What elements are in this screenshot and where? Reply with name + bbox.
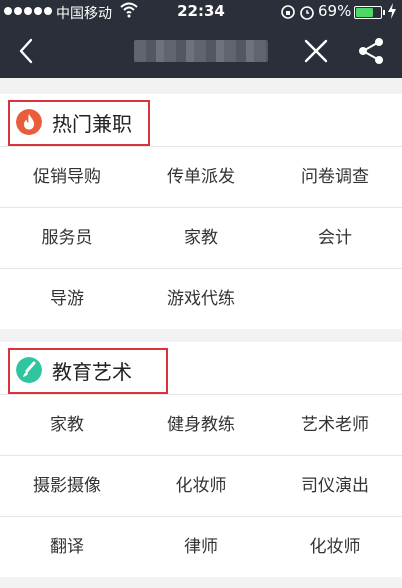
- job-item[interactable]: 家教: [134, 208, 268, 268]
- brush-icon: [16, 357, 42, 383]
- job-item[interactable]: 导游: [0, 269, 134, 329]
- job-item[interactable]: 服务员: [0, 208, 134, 268]
- section-header-hot-jobs: 热门兼职: [0, 94, 402, 150]
- job-item[interactable]: 传单派发: [134, 147, 268, 207]
- alarm-icon: [300, 6, 314, 20]
- chevron-left-icon[interactable]: [12, 36, 42, 66]
- job-item[interactable]: 律师: [134, 517, 268, 577]
- nav-bar: [0, 24, 402, 78]
- job-grid-hot: 促销导购 传单派发 问卷调查 服务员 家教 会计 导游 游戏代练: [0, 146, 402, 329]
- status-bar: 中国移动 22:34 69%: [0, 0, 402, 24]
- job-item[interactable]: 问卷调查: [268, 147, 402, 207]
- grid-row: 促销导购 传单派发 问卷调查: [0, 146, 402, 207]
- flame-icon: [16, 109, 42, 135]
- battery-percent: 69%: [318, 2, 352, 20]
- job-item[interactable]: 会计: [268, 208, 402, 268]
- job-item[interactable]: 家教: [0, 395, 134, 455]
- grid-row: 导游 游戏代练: [0, 268, 402, 329]
- job-item[interactable]: 化妆师: [134, 456, 268, 516]
- job-item-empty: [268, 269, 402, 329]
- job-item[interactable]: 游戏代练: [134, 269, 268, 329]
- share-icon[interactable]: [356, 36, 386, 66]
- section-title: 热门兼职: [52, 112, 132, 136]
- job-item[interactable]: 翻译: [0, 517, 134, 577]
- grid-row: 摄影摄像 化妆师 司仪演出: [0, 455, 402, 516]
- job-item[interactable]: 摄影摄像: [0, 456, 134, 516]
- job-item[interactable]: 艺术老师: [268, 395, 402, 455]
- grid-row: 服务员 家教 会计: [0, 207, 402, 268]
- job-item[interactable]: 促销导购: [0, 147, 134, 207]
- section-title: 教育艺术: [52, 360, 132, 384]
- section-header-education-arts: 教育艺术: [0, 342, 402, 398]
- blurred-page-title: [134, 40, 268, 62]
- job-grid-education: 家教 健身教练 艺术老师 摄影摄像 化妆师 司仪演出 翻译 律师 化妆师: [0, 394, 402, 577]
- battery-tip: [383, 10, 385, 15]
- close-icon[interactable]: [302, 37, 330, 65]
- grid-row: 翻译 律师 化妆师: [0, 516, 402, 577]
- battery-icon: [354, 6, 382, 19]
- rotation-lock-icon: [281, 5, 295, 19]
- job-item[interactable]: 化妆师: [268, 517, 402, 577]
- job-item[interactable]: 司仪演出: [268, 456, 402, 516]
- charging-icon: [388, 3, 396, 19]
- grid-row: 家教 健身教练 艺术老师: [0, 394, 402, 455]
- job-item[interactable]: 健身教练: [134, 395, 268, 455]
